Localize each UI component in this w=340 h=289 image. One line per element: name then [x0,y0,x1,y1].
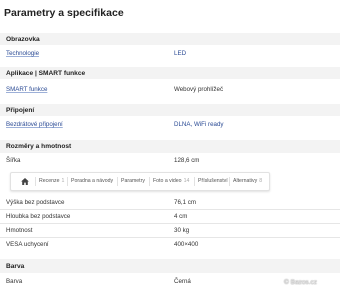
watermark-text: Bazos.cz [290,279,317,286]
label-sirka: Šířka [6,157,21,164]
value-vyska: 76,1 cm [174,199,197,206]
value-vesa: 400×400 [174,241,199,248]
section-header-band [0,259,340,273]
label-vyska: Výška bez podstavce [6,199,65,206]
label-vesa: VESA uchycení [6,241,49,248]
tab-separator [67,177,68,186]
section-header-band [0,33,340,45]
tab-foto-video[interactable]: Foto a video 14 [153,173,189,190]
value-barva: Černá [174,278,191,285]
tab-alternativy-count: 8 [259,178,263,184]
label-hmotnost: Hmotnost [6,227,33,234]
tab-alternativy-label: Alternativy [233,178,258,184]
product-tab-bar: Recenze 1 Poradna a návody Parametry Foto… [10,172,270,191]
tab-alternativy[interactable]: Alternativy 8 [233,173,262,190]
label-hloubka: Hloubka bez podstavce [6,213,71,220]
home-icon[interactable] [21,178,29,185]
row-divider [0,237,340,238]
section-header-pripojeni: Připojení [6,107,35,114]
label-bezdratove-pripojeni-link[interactable]: Bezdrátové připojení [6,121,63,128]
section-header-obrazovka: Obrazovka [6,36,40,43]
value-technologie: LED [174,50,187,57]
value-hmotnost: 30 kg [174,227,190,234]
value-hloubka: 4 cm [174,213,188,220]
page-title: Parametry a specifikace [4,7,124,19]
row-divider [0,209,340,210]
section-header-rozmery: Rozměry a hmotnost [6,143,72,150]
tab-recenze-label: Recenze [39,178,60,184]
tab-separator [149,177,150,186]
tab-separator [194,177,195,186]
label-smart-funkce-link[interactable]: SMART funkce [6,86,47,93]
tab-recenze-count: 1 [61,178,65,184]
section-header-aplikace: Aplikace | SMART funkce [6,70,86,77]
value-bezdratove-pripojeni: DLNA, WiFi ready [174,121,224,128]
label-barva: Barva [6,278,23,285]
row-divider [0,223,340,224]
section-header-barva: Barva [6,263,25,270]
tab-separator [35,177,36,186]
tab-separator [229,177,230,186]
tab-recenze[interactable]: Recenze 1 [39,173,64,190]
section-header-band [0,104,340,116]
tab-prislusenstvi[interactable]: Příslušenství [198,173,228,190]
value-smart-funkce: Webový prohlížeč [174,86,224,93]
tab-foto-count: 14 [183,178,190,184]
label-technologie-link[interactable]: Technologie [6,50,39,57]
value-sirka: 128,6 cm [174,157,200,164]
tab-poradna[interactable]: Poradna a návody [71,173,113,190]
tab-separator [117,177,118,186]
watermark: © Bazos.cz [284,279,317,286]
tab-foto-label: Foto a video [153,178,182,184]
tab-parametry[interactable]: Parametry [121,173,145,190]
